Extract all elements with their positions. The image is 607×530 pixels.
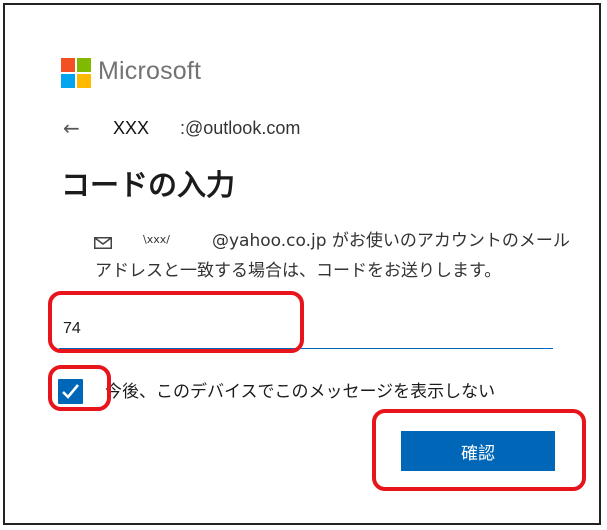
logo-red-square <box>61 58 75 72</box>
dont-show-again-label: 今後、このデバイスでこのメッセージを表示しない <box>105 382 496 402</box>
logo-blue-square <box>61 74 75 88</box>
dont-show-again-checkbox[interactable] <box>58 379 83 404</box>
account-email-prefix: XXX <box>113 118 150 138</box>
description-line-1: @yahoo.co.jp がお使いのアカウントのメール <box>212 231 570 251</box>
description-line-2: アドレスと一致する場合は、コードをお送りします。 <box>95 261 502 281</box>
logo-green-square <box>77 58 91 72</box>
code-input[interactable] <box>59 309 553 349</box>
brand-name: Microsoft <box>98 57 202 85</box>
description: \xxx/ @yahoo.co.jp がお使いのアカウントのメール アドレスと一… <box>0 228 600 288</box>
checkmark-icon <box>62 384 79 399</box>
account-row: ← XXX :@outlook.com <box>63 116 363 140</box>
microsoft-logo-icon <box>61 58 91 88</box>
page-title: コードの入力 <box>61 168 236 202</box>
logo-yellow-square <box>77 74 91 88</box>
confirm-button[interactable]: 確認 <box>401 431 555 471</box>
account-email-domain: :@outlook.com <box>180 118 301 138</box>
left-arrow-icon[interactable]: ← <box>63 116 80 140</box>
masked-email-name: \xxx/ <box>143 233 170 246</box>
